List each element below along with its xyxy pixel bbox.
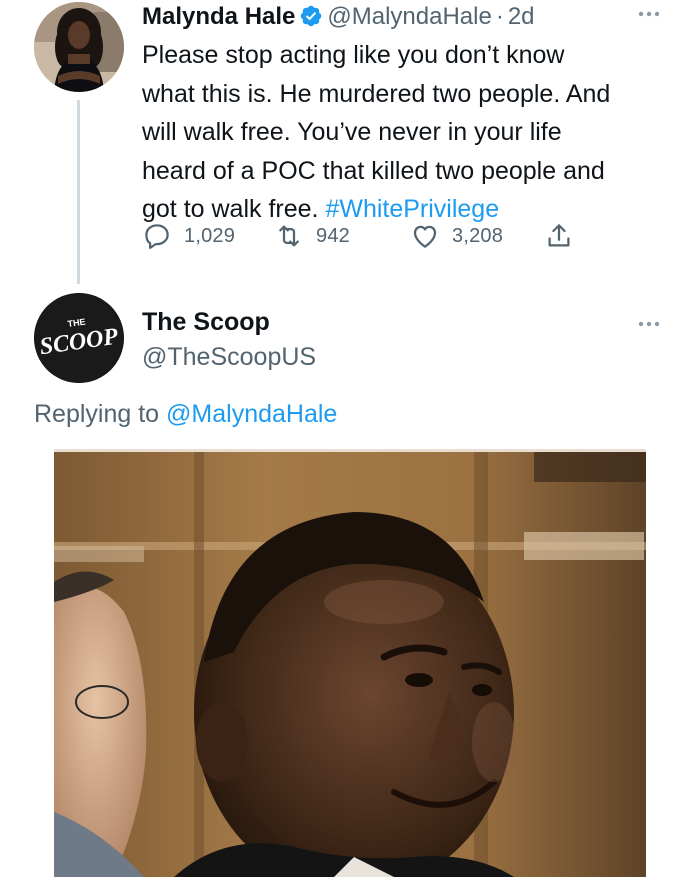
reply-button[interactable]: 1,029 [142,220,235,252]
tweet-timestamp[interactable]: 2d [508,3,535,30]
tweet-header: Malynda Hale @MalyndaHale · 2d [142,1,535,33]
share-button[interactable] [544,220,574,252]
tweet-text-line: Please stop acting like you don’t know [142,41,565,69]
like-icon [413,225,437,248]
tweet-text-line: heard of a POC that killed two people an… [142,156,605,185]
more-icon[interactable] [638,320,660,328]
like-count: 3,208 [452,224,504,247]
the-scoop-logo: THE SCOOP [34,293,124,383]
tweet-text: Please stop acting like you don’t know wh… [142,36,672,229]
tweet-actions: 1,029 942 3,208 [142,220,602,252]
tweet-media-photo[interactable] [54,449,646,877]
avatar-photo [34,2,124,92]
tweet-text-line: what this is. He murdered two people. An… [142,79,611,108]
retweet-icon [279,225,299,247]
replying-to: Replying to @MalyndaHale [34,397,337,431]
verified-badge-icon [301,5,322,27]
reply-count: 1,029 [184,224,236,247]
tweet-malynda-hale: Malynda Hale @MalyndaHale · 2d Please stop… [0,0,700,290]
author-name[interactable]: Malynda Hale [142,3,295,30]
photo-image [54,452,646,877]
reply-icon [145,224,169,249]
author-name[interactable]: The Scoop [142,306,270,338]
mention-link[interactable]: @MalyndaHale [166,400,337,428]
retweet-button[interactable]: 942 [274,220,350,252]
like-button[interactable]: 3,208 [410,220,503,252]
avatar-malynda-hale[interactable] [34,2,124,92]
share-icon [548,224,570,247]
separator-dot: · [495,3,504,30]
author-handle[interactable]: @TheScoopUS [142,341,316,373]
avatar-the-scoop[interactable]: THE SCOOP [34,293,124,383]
retweet-count: 942 [316,224,350,247]
thread-connector-line [77,100,80,284]
more-icon[interactable] [638,10,660,18]
replying-to-label: Replying to [34,400,160,428]
author-handle[interactable]: @MalyndaHale [327,3,491,30]
tweet-text-line: will walk free. You’ve never in your lif… [142,118,562,147]
